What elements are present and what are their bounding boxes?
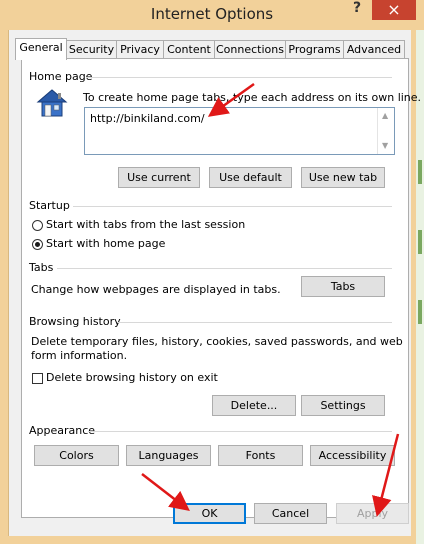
annotation-arrow-ok [141, 473, 190, 512]
internet-options-window: Internet Options ? × General Security Pr… [0, 0, 424, 544]
annotation-arrow-url [207, 82, 255, 117]
annotation-arrow-apply [372, 433, 400, 517]
tab-general[interactable]: General [15, 38, 67, 60]
annotation-arrows [141, 82, 400, 517]
